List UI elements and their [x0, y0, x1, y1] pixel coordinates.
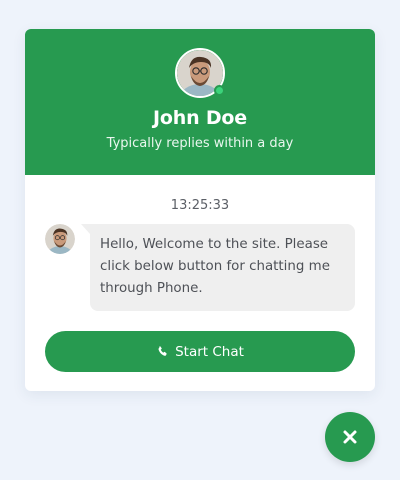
start-chat-button[interactable]: Start Chat: [45, 331, 355, 372]
agent-name: John Doe: [153, 107, 247, 129]
message-timestamp: 13:25:33: [170, 198, 230, 213]
chat-widget-card: John Doe Typically replies within a day …: [25, 29, 375, 391]
message-bubble: Hello, Welcome to the site. Please click…: [81, 224, 355, 311]
online-status-dot: [214, 85, 225, 96]
start-chat-label: Start Chat: [175, 343, 244, 360]
avatar-photo-icon: [45, 224, 75, 254]
close-chat-button[interactable]: [325, 412, 375, 462]
chat-header: John Doe Typically replies within a day: [25, 29, 375, 175]
agent-reply-status: Typically replies within a day: [106, 136, 294, 151]
message-avatar: [45, 224, 75, 254]
phone-icon: [156, 345, 169, 358]
close-icon: [343, 430, 357, 444]
agent-avatar: [175, 48, 225, 98]
